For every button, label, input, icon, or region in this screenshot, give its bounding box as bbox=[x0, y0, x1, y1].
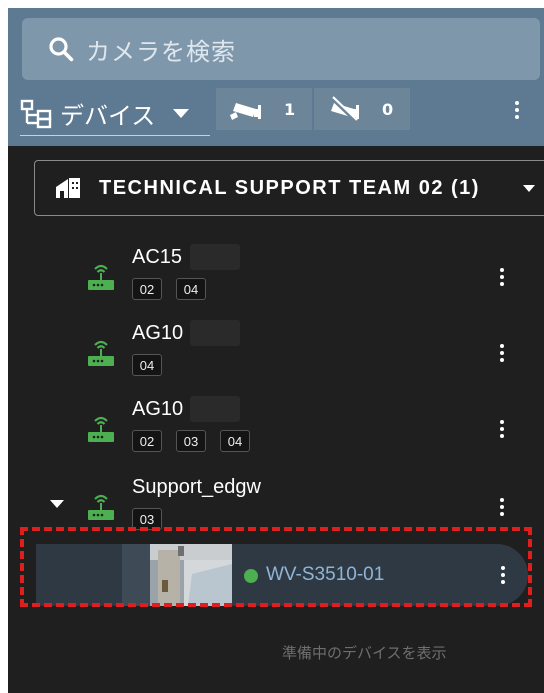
gateway-row-expanded[interactable]: Support_edgw 03 bbox=[8, 474, 544, 544]
team-selector[interactable]: TECHNICAL SUPPORT TEAM 02 (1) bbox=[34, 160, 544, 216]
view-selector[interactable]: デバイス bbox=[20, 92, 210, 136]
channel-badges: 03 bbox=[132, 508, 162, 530]
channel-badge: 02 bbox=[132, 278, 162, 300]
search-box[interactable]: カメラを検索 bbox=[22, 18, 540, 80]
gateway-row[interactable]: AC15 02 04 bbox=[8, 244, 544, 314]
camera-thumbnail bbox=[122, 544, 232, 606]
online-filter-button[interactable]: 1 bbox=[216, 88, 312, 130]
channel-badge: 03 bbox=[132, 508, 162, 530]
search-input[interactable]: カメラを検索 bbox=[86, 32, 236, 67]
redacted-block bbox=[190, 320, 240, 346]
panel-header: カメラを検索 デバイス 1 0 bbox=[8, 8, 544, 146]
camera-row[interactable]: WV-S3510-01 bbox=[36, 544, 528, 606]
offline-count: 0 bbox=[382, 99, 394, 119]
online-count: 1 bbox=[284, 99, 296, 119]
channel-badges: 02 03 04 bbox=[132, 430, 250, 452]
offline-filter-button[interactable]: 0 bbox=[314, 88, 410, 130]
camera-offline-icon bbox=[330, 96, 359, 123]
gateway-name: AG10 bbox=[132, 398, 184, 420]
camera-name[interactable]: WV-S3510-01 bbox=[266, 564, 384, 586]
expand-toggle-icon[interactable] bbox=[50, 500, 64, 508]
device-tree-icon bbox=[20, 99, 52, 128]
gateway-name: AG10 bbox=[132, 322, 184, 344]
channel-badge: 04 bbox=[176, 278, 206, 300]
channel-badge: 04 bbox=[220, 430, 250, 452]
gateway-more-menu-icon[interactable] bbox=[492, 418, 512, 440]
redacted-block bbox=[190, 396, 240, 422]
channel-badges: 04 bbox=[132, 354, 162, 376]
search-icon bbox=[49, 37, 74, 62]
gateway-icon bbox=[88, 494, 114, 520]
redacted-block bbox=[190, 244, 240, 270]
camera-more-menu-icon[interactable] bbox=[493, 564, 513, 586]
channel-badge: 02 bbox=[132, 430, 162, 452]
gateway-icon bbox=[88, 340, 114, 366]
view-selector-label: デバイス bbox=[60, 102, 156, 130]
gateway-name: Support_edgw bbox=[132, 476, 261, 498]
team-label: TECHNICAL SUPPORT TEAM 02 (1) bbox=[99, 176, 480, 199]
building-icon bbox=[56, 178, 80, 198]
gateway-row[interactable]: AG10 04 bbox=[8, 320, 544, 390]
chevron-down-icon bbox=[523, 185, 535, 192]
gateway-name: AC15 bbox=[132, 246, 183, 268]
chevron-down-icon bbox=[173, 109, 190, 118]
gateway-icon bbox=[88, 264, 114, 290]
header-more-menu-icon[interactable] bbox=[507, 98, 527, 122]
gateway-more-menu-icon[interactable] bbox=[492, 496, 512, 518]
camera-online-icon bbox=[230, 103, 261, 120]
channel-badge: 04 bbox=[132, 354, 162, 376]
gateway-row[interactable]: AG10 02 03 04 bbox=[8, 396, 544, 466]
device-panel: カメラを検索 デバイス 1 0 TECHNICAL SUPPORT TEAM 0… bbox=[8, 8, 544, 693]
gateway-more-menu-icon[interactable] bbox=[492, 266, 512, 288]
show-pending-devices-link[interactable]: 準備中のデバイスを表示 bbox=[282, 642, 447, 663]
channel-badge: 03 bbox=[176, 430, 206, 452]
gateway-more-menu-icon[interactable] bbox=[492, 342, 512, 364]
camera-status-indicator bbox=[244, 569, 258, 583]
channel-badges: 02 04 bbox=[132, 278, 206, 300]
gateway-icon bbox=[88, 416, 114, 442]
